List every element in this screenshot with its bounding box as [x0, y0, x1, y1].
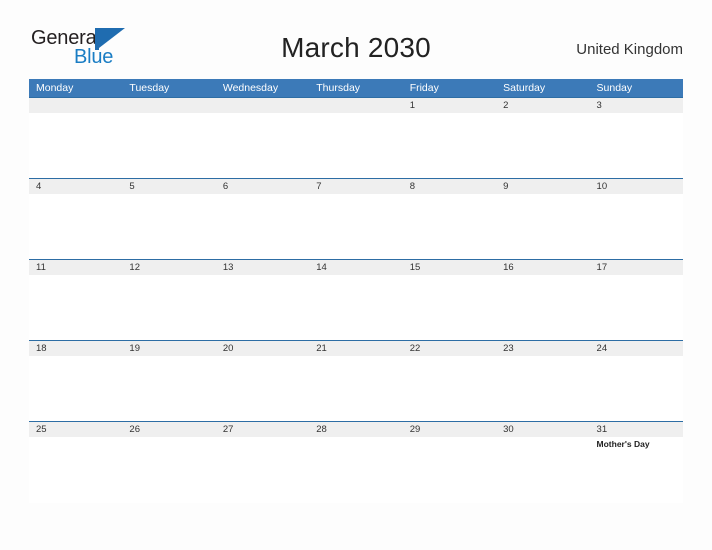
week-row: 1 2 3	[29, 97, 683, 179]
day-number[interactable]	[122, 98, 215, 113]
day-number[interactable]: 3	[590, 98, 683, 113]
day-cell[interactable]	[403, 356, 496, 422]
event-label: Mother's Day	[596, 439, 650, 449]
day-cell[interactable]	[216, 275, 309, 341]
day-number[interactable]: 19	[122, 341, 215, 356]
day-cell[interactable]	[403, 275, 496, 341]
day-number[interactable]: 28	[309, 422, 402, 437]
week-date-band: 25 26 27 28 29 30 31	[29, 421, 683, 437]
day-cell[interactable]	[29, 356, 122, 422]
day-number[interactable]: 16	[496, 260, 589, 275]
week-row: 18 19 20 21 22 23 24	[29, 340, 683, 422]
day-number[interactable]: 14	[309, 260, 402, 275]
week-row: 11 12 13 14 15 16 17	[29, 259, 683, 341]
day-cell[interactable]	[216, 437, 309, 503]
day-cell[interactable]	[122, 437, 215, 503]
day-number[interactable]: 27	[216, 422, 309, 437]
day-cell[interactable]	[496, 275, 589, 341]
day-number[interactable]: 22	[403, 341, 496, 356]
week-event-band	[29, 275, 683, 341]
day-number[interactable]: 5	[122, 179, 215, 194]
day-cell[interactable]	[122, 275, 215, 341]
weekday-sunday: Sunday	[596, 82, 633, 94]
week-event-band	[29, 356, 683, 422]
day-number[interactable]: 7	[309, 179, 402, 194]
day-number[interactable]: 25	[29, 422, 122, 437]
day-number[interactable]: 24	[590, 341, 683, 356]
day-cell[interactable]	[403, 113, 496, 179]
day-cell[interactable]	[309, 194, 402, 260]
day-number[interactable]: 23	[496, 341, 589, 356]
day-cell[interactable]	[29, 113, 122, 179]
day-number[interactable]: 9	[496, 179, 589, 194]
day-cell[interactable]	[29, 437, 122, 503]
day-cell[interactable]	[122, 194, 215, 260]
weekday-thursday: Thursday	[316, 82, 361, 94]
day-number[interactable]: 18	[29, 341, 122, 356]
day-number[interactable]: 17	[590, 260, 683, 275]
country-label: United Kingdom	[576, 41, 683, 58]
week-row: 4 5 6 7 8 9 10	[29, 178, 683, 260]
day-number[interactable]	[216, 98, 309, 113]
day-cell[interactable]	[496, 356, 589, 422]
day-number[interactable]: 13	[216, 260, 309, 275]
day-cell[interactable]	[216, 356, 309, 422]
day-cell[interactable]	[29, 194, 122, 260]
day-cell[interactable]	[590, 356, 683, 422]
day-number[interactable]: 11	[29, 260, 122, 275]
calendar-grid: Monday Tuesday Wednesday Thursday Friday…	[29, 79, 683, 503]
day-number[interactable]: 2	[496, 98, 589, 113]
day-number[interactable]: 31	[590, 422, 683, 437]
day-cell[interactable]: Mother's Day	[590, 437, 683, 503]
weekday-tuesday: Tuesday	[129, 82, 170, 94]
week-date-band: 18 19 20 21 22 23 24	[29, 340, 683, 356]
day-cell[interactable]	[309, 275, 402, 341]
week-date-band: 11 12 13 14 15 16 17	[29, 259, 683, 275]
day-number[interactable]: 8	[403, 179, 496, 194]
day-cell[interactable]	[496, 437, 589, 503]
day-number[interactable]: 4	[29, 179, 122, 194]
weekday-saturday: Saturday	[503, 82, 546, 94]
day-cell[interactable]	[309, 356, 402, 422]
day-cell[interactable]	[496, 113, 589, 179]
day-cell[interactable]	[216, 113, 309, 179]
day-cell[interactable]	[122, 113, 215, 179]
week-event-band	[29, 194, 683, 260]
page-header: General Blue March 2030 United Kingdom	[29, 26, 683, 72]
week-date-band: 4 5 6 7 8 9 10	[29, 178, 683, 194]
week-date-band: 1 2 3	[29, 97, 683, 113]
day-number[interactable]: 12	[122, 260, 215, 275]
day-cell[interactable]	[590, 194, 683, 260]
day-cell[interactable]	[29, 275, 122, 341]
day-cell[interactable]	[216, 194, 309, 260]
day-number[interactable]	[309, 98, 402, 113]
day-number[interactable]: 26	[122, 422, 215, 437]
week-row: 25 26 27 28 29 30 31 Mother's Day	[29, 421, 683, 503]
day-number[interactable]: 1	[403, 98, 496, 113]
day-number[interactable]: 10	[590, 179, 683, 194]
day-cell[interactable]	[403, 194, 496, 260]
day-number[interactable]: 15	[403, 260, 496, 275]
weekday-header-row: Monday Tuesday Wednesday Thursday Friday…	[29, 79, 683, 97]
day-cell[interactable]	[309, 437, 402, 503]
day-cell[interactable]	[403, 437, 496, 503]
day-number[interactable]	[29, 98, 122, 113]
day-cell[interactable]	[590, 275, 683, 341]
calendar-page: General Blue March 2030 United Kingdom M…	[0, 0, 712, 550]
day-number[interactable]: 6	[216, 179, 309, 194]
weekday-friday: Friday	[409, 82, 439, 94]
day-cell[interactable]	[496, 194, 589, 260]
day-cell[interactable]	[590, 113, 683, 179]
week-event-band: Mother's Day	[29, 437, 683, 503]
day-number[interactable]: 21	[309, 341, 402, 356]
day-number[interactable]: 29	[403, 422, 496, 437]
day-number[interactable]: 30	[496, 422, 589, 437]
day-number[interactable]: 20	[216, 341, 309, 356]
day-cell[interactable]	[309, 113, 402, 179]
week-event-band	[29, 113, 683, 179]
weekday-wednesday: Wednesday	[222, 82, 279, 94]
weekday-monday: Monday	[36, 82, 74, 94]
day-cell[interactable]	[122, 356, 215, 422]
